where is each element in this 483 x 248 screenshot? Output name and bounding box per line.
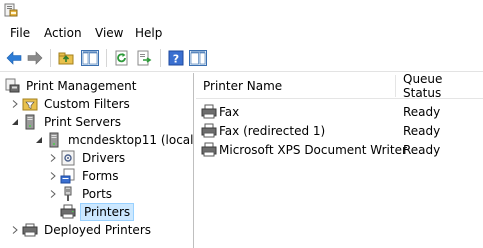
port-icon xyxy=(60,186,76,202)
list-row-fax-redirected[interactable]: Fax (redirected 1) Ready xyxy=(196,121,483,140)
menu-action[interactable]: Action xyxy=(44,26,82,40)
deployed-printers-icon xyxy=(22,222,38,238)
tree-label: Print Management xyxy=(26,79,137,93)
tree-label: Forms xyxy=(82,169,119,183)
tree-label: Custom Filters xyxy=(44,97,130,111)
queue-status: Ready xyxy=(403,104,441,119)
tree-item-forms[interactable]: Forms xyxy=(48,167,120,185)
printer-icon xyxy=(60,204,76,220)
refresh-icon[interactable] xyxy=(113,49,131,67)
printer-name: Fax (redirected 1) xyxy=(219,123,326,138)
menu-view[interactable]: View xyxy=(95,26,123,40)
up-folder-icon[interactable] xyxy=(57,49,75,67)
printer-name: Microsoft XPS Document Writer xyxy=(219,142,407,157)
toolbar-separator xyxy=(50,49,51,67)
menu-file[interactable]: File xyxy=(10,26,30,40)
server-icon xyxy=(22,114,38,130)
column-divider[interactable] xyxy=(395,75,396,97)
tree-label: mcndesktop11 (local) xyxy=(68,133,194,147)
filter-folder-icon xyxy=(22,96,38,112)
server-icon xyxy=(46,132,62,148)
printer-name: Fax xyxy=(219,104,240,119)
chevron-down-icon[interactable] xyxy=(10,113,19,131)
show-hide-action-pane-icon[interactable] xyxy=(188,49,208,67)
console-tree: Print Management Custom Filters Print Se… xyxy=(0,73,194,248)
export-list-icon[interactable] xyxy=(135,49,153,67)
tree-label: Ports xyxy=(82,187,113,201)
print-management-icon xyxy=(4,78,20,94)
tree-item-print-servers[interactable]: Print Servers xyxy=(10,113,123,131)
menu-bar: File Action View Help xyxy=(0,22,483,44)
show-hide-tree-icon[interactable] xyxy=(80,49,100,67)
printer-icon xyxy=(201,123,217,139)
column-header-queue-status[interactable]: Queue Status xyxy=(403,73,483,100)
print-management-app-icon[interactable] xyxy=(4,3,18,18)
menu-help[interactable]: Help xyxy=(135,26,162,40)
help-icon[interactable]: ? xyxy=(167,49,185,67)
forward-icon[interactable] xyxy=(26,49,44,67)
forms-icon xyxy=(60,168,76,184)
chevron-right-icon[interactable] xyxy=(48,185,57,203)
chevron-right-icon[interactable] xyxy=(48,167,57,185)
tree-item-print-management[interactable]: Print Management xyxy=(4,77,138,95)
tree-item-ports[interactable]: Ports xyxy=(48,185,114,203)
printer-name-cell: Fax (redirected 1) xyxy=(201,121,325,140)
back-icon[interactable] xyxy=(5,49,23,67)
toolbar-separator xyxy=(160,49,161,67)
drivers-icon xyxy=(60,150,76,166)
queue-status: Ready xyxy=(403,123,441,138)
tree-label: Printers xyxy=(80,203,135,221)
toolbar: ? xyxy=(0,44,483,72)
tree-item-deployed-printers[interactable]: Deployed Printers xyxy=(10,221,153,239)
printer-name-cell: Microsoft XPS Document Writer xyxy=(201,140,407,159)
list-row-fax[interactable]: Fax Ready xyxy=(196,102,483,121)
tree-label: Deployed Printers xyxy=(44,223,152,237)
tree-item-server-mcndesktop11[interactable]: mcndesktop11 (local) xyxy=(34,131,194,149)
title-bar xyxy=(0,0,483,22)
tree-item-printers[interactable]: Printers xyxy=(60,203,135,221)
tree-item-drivers[interactable]: Drivers xyxy=(48,149,127,167)
chevron-right-icon[interactable] xyxy=(48,149,57,167)
tree-item-custom-filters[interactable]: Custom Filters xyxy=(10,95,132,113)
chevron-right-icon[interactable] xyxy=(10,95,19,113)
queue-status: Ready xyxy=(403,142,441,157)
printer-list: Printer Name Queue Status Fax Ready Fax … xyxy=(196,73,483,248)
column-header-printer-name[interactable]: Printer Name xyxy=(203,73,282,99)
toolbar-separator xyxy=(106,49,107,67)
tree-label: Drivers xyxy=(82,151,126,165)
printer-icon xyxy=(201,104,217,120)
list-header: Printer Name Queue Status xyxy=(196,73,483,100)
printer-name-cell: Fax xyxy=(201,102,239,121)
chevron-down-icon[interactable] xyxy=(34,131,43,149)
svg-text:?: ? xyxy=(173,53,179,66)
list-row-microsoft-xps-document-writer[interactable]: Microsoft XPS Document Writer Ready xyxy=(196,140,483,159)
chevron-right-icon[interactable] xyxy=(10,221,19,239)
printer-icon xyxy=(201,142,217,158)
tree-label: Print Servers xyxy=(44,115,122,129)
